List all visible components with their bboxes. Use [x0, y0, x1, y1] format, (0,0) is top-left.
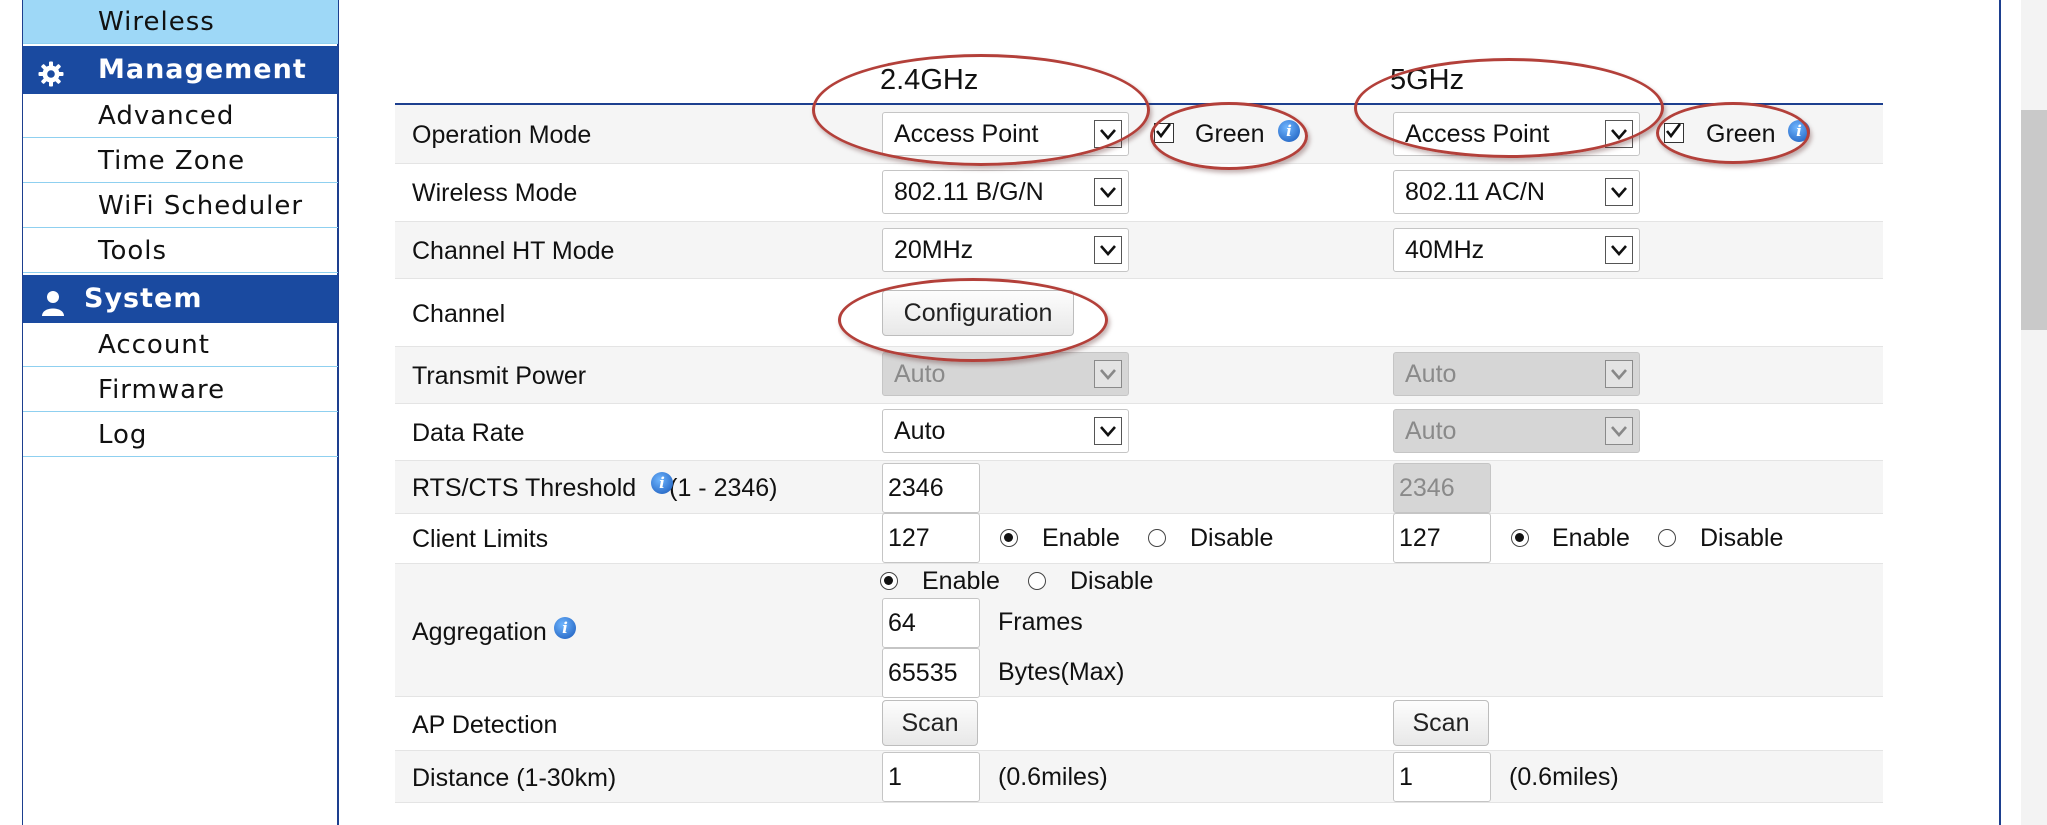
row-label: Aggregation — [412, 618, 547, 646]
chevron-down-icon — [1605, 360, 1633, 388]
row-label: Distance (1-30km) — [412, 764, 617, 792]
row-operation-mode: Operation Mode — [395, 105, 1883, 164]
sidebar-item-log[interactable]: Log — [23, 413, 338, 457]
row-label: Transmit Power — [412, 362, 587, 390]
user-icon — [39, 285, 67, 316]
row-rts-cts-threshold: RTS/CTS Threshold (1 - 2346) — [395, 461, 1883, 514]
sidebar-item-tools[interactable]: Tools — [23, 229, 338, 273]
operation-mode-select-5ghz[interactable]: Access Point — [1393, 112, 1640, 156]
row-data-rate: Data Rate — [395, 404, 1883, 461]
sidebar-item-firmware[interactable]: Firmware — [23, 368, 338, 412]
rts-cts-input-5ghz[interactable]: 2346 — [1393, 463, 1491, 513]
green-label-5ghz: Green — [1706, 120, 1776, 148]
enable-label: Enable — [922, 567, 1000, 595]
green-checkbox-2-4ghz[interactable] — [1154, 123, 1174, 143]
frames-label: Frames — [998, 608, 1083, 636]
enable-label: Enable — [1042, 524, 1120, 552]
sidebar-item-wifi-scheduler[interactable]: WiFi Scheduler — [23, 184, 338, 228]
transmit-power-select-5ghz[interactable]: Auto — [1393, 352, 1640, 396]
data-rate-select-2-4ghz[interactable]: Auto — [882, 409, 1129, 453]
wireless-mode-select-5ghz[interactable]: 802.11 AC/N — [1393, 170, 1640, 214]
chevron-down-icon — [1094, 360, 1122, 388]
info-icon[interactable]: i — [1278, 120, 1300, 142]
content-border — [1999, 0, 2001, 825]
row-transmit-power: Transmit Power — [395, 347, 1883, 404]
aggregation-bytes-input[interactable]: 65535 — [882, 648, 980, 698]
row-distance: Distance (1-30km) — [395, 751, 1883, 803]
row-label: Client Limits — [412, 525, 549, 553]
scrollbar-thumb[interactable] — [2021, 110, 2047, 330]
chevron-down-icon — [1094, 236, 1122, 264]
disable-label: Disable — [1190, 524, 1274, 552]
row-channel-ht-mode: Channel HT Mode — [395, 222, 1883, 279]
client-limits-disable-radio-2-4ghz[interactable] — [1148, 529, 1166, 547]
column-header-5ghz: 5GHz — [1390, 64, 1465, 96]
row-label: AP Detection — [412, 711, 558, 739]
client-limits-input-5ghz[interactable]: 127 — [1393, 513, 1491, 563]
transmit-power-select-2-4ghz[interactable]: Auto — [882, 352, 1129, 396]
green-label-2-4ghz: Green — [1195, 120, 1265, 148]
chevron-down-icon — [1605, 236, 1633, 264]
sidebar-section-system-manager[interactable]: System Manager — [23, 275, 338, 362]
info-icon[interactable]: i — [651, 472, 673, 494]
row-wireless-mode: Wireless Mode — [395, 164, 1883, 222]
bytes-max-label: Bytes(Max) — [998, 658, 1125, 686]
sidebar-item-advanced[interactable]: Advanced — [23, 94, 338, 138]
chevron-down-icon — [1094, 417, 1122, 445]
info-icon[interactable]: i — [554, 617, 576, 639]
gear-icon — [37, 56, 65, 87]
row-label: Wireless Mode — [412, 179, 578, 207]
sidebar-section-management[interactable]: Management — [23, 46, 338, 94]
data-rate-select-5ghz[interactable]: Auto — [1393, 409, 1640, 453]
operation-mode-select-2-4ghz[interactable]: Access Point — [882, 112, 1129, 156]
sidebar: Wireless Management Advanced Time Zone W… — [22, 0, 339, 825]
sidebar-item-account[interactable]: Account — [23, 323, 338, 367]
client-limits-input-2-4ghz[interactable]: 127 — [882, 513, 980, 563]
distance-input-5ghz[interactable]: 1 — [1393, 752, 1491, 802]
distance-miles-2-4ghz: (0.6miles) — [998, 763, 1108, 791]
client-limits-disable-radio-5ghz[interactable] — [1658, 529, 1676, 547]
channel-ht-mode-select-5ghz[interactable]: 40MHz — [1393, 228, 1640, 272]
ap-detection-scan-button-5ghz[interactable]: Scan — [1393, 700, 1489, 746]
row-channel: Channel — [395, 279, 1883, 347]
row-label: Data Rate — [412, 419, 525, 447]
channel-ht-mode-select-2-4ghz[interactable]: 20MHz — [882, 228, 1129, 272]
aggregation-frames-input[interactable]: 64 — [882, 598, 980, 648]
chevron-down-icon — [1094, 120, 1122, 148]
chevron-down-icon — [1605, 178, 1633, 206]
aggregation-disable-radio[interactable] — [1028, 572, 1046, 590]
client-limits-enable-radio-5ghz[interactable] — [1511, 529, 1529, 547]
distance-input-2-4ghz[interactable]: 1 — [882, 752, 980, 802]
row-label: Channel HT Mode — [412, 237, 615, 265]
distance-miles-5ghz: (0.6miles) — [1509, 763, 1619, 791]
aggregation-enable-radio[interactable] — [880, 572, 898, 590]
row-label: RTS/CTS Threshold (1 - 2346) — [412, 474, 778, 502]
client-limits-enable-radio-2-4ghz[interactable] — [1000, 529, 1018, 547]
rts-cts-input-2-4ghz[interactable]: 2346 — [882, 463, 980, 513]
row-label: Operation Mode — [412, 121, 592, 149]
row-ap-detection: AP Detection — [395, 697, 1883, 751]
ap-detection-scan-button-2-4ghz[interactable]: Scan — [882, 700, 978, 746]
column-header-2-4ghz: 2.4GHz — [880, 64, 979, 96]
disable-label: Disable — [1070, 567, 1154, 595]
chevron-down-icon — [1605, 417, 1633, 445]
chevron-down-icon — [1605, 120, 1633, 148]
info-icon[interactable]: i — [1788, 120, 1810, 142]
row-label: Channel — [412, 300, 506, 328]
wireless-mode-select-2-4ghz[interactable]: 802.11 B/G/N — [882, 170, 1129, 214]
channel-configuration-button[interactable]: Configuration — [882, 290, 1074, 336]
sidebar-item-time-zone[interactable]: Time Zone — [23, 139, 338, 183]
green-checkbox-5ghz[interactable] — [1664, 123, 1684, 143]
disable-label: Disable — [1700, 524, 1784, 552]
sidebar-item-wireless[interactable]: Wireless — [23, 0, 338, 44]
enable-label: Enable — [1552, 524, 1630, 552]
chevron-down-icon — [1094, 178, 1122, 206]
